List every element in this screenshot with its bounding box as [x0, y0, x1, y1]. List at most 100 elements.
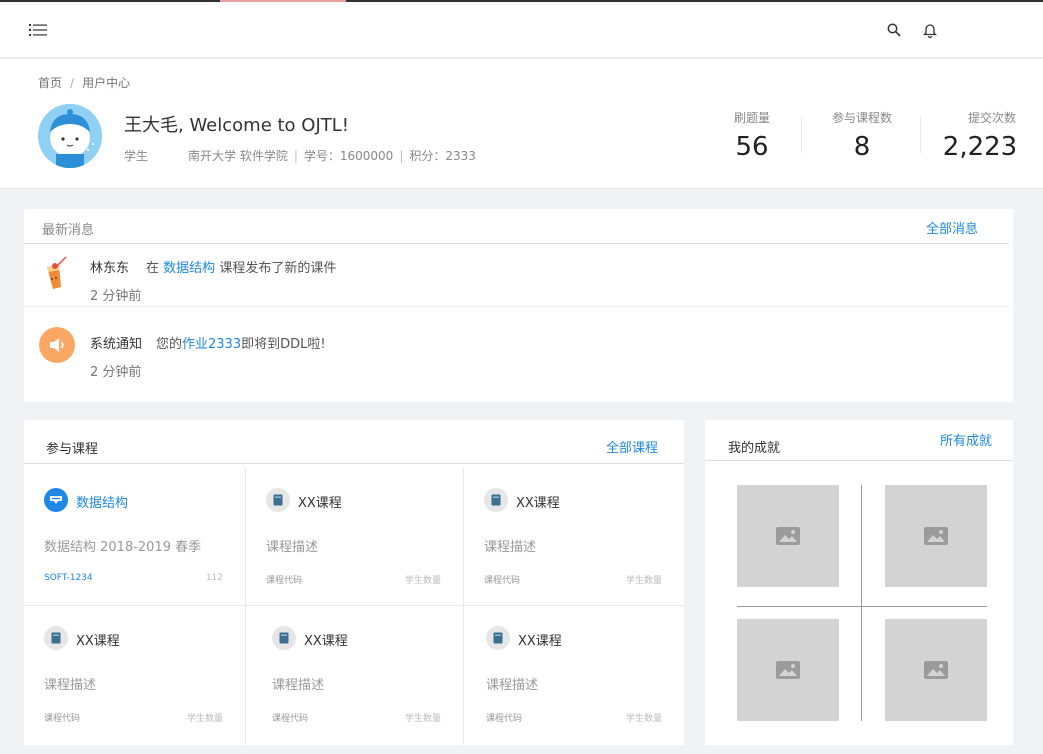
welcome-text: 王大毛, Welcome to OJTL! — [124, 115, 350, 136]
course-name: XX课程 — [298, 496, 342, 511]
course-card[interactable]: XX课程 课程描述 课程代码 学生数量 — [24, 606, 246, 745]
achievement-badge[interactable] — [885, 619, 987, 721]
stat-value: 2,223 — [942, 132, 1018, 162]
courses-header: 参与课程 全部课程 — [24, 420, 684, 464]
course-card[interactable]: 数据结构 数据结构 2018-2019 春季 SOFT-1234 112 — [24, 468, 246, 606]
course-card[interactable]: XX课程 课程描述 课程代码 学生数量 — [246, 468, 464, 606]
stat-courses: 参与课程数 8 — [822, 109, 902, 162]
stat-label: 刷题量 — [733, 111, 770, 125]
image-placeholder-icon — [924, 527, 948, 545]
course-card[interactable]: XX课程 课程描述 课程代码 学生数量 — [464, 606, 684, 745]
book-icon — [486, 626, 510, 650]
course-name: 数据结构 — [76, 496, 129, 511]
drink-avatar-icon — [39, 255, 75, 291]
news-message: 在 数据结构 课程发布了新的课件 — [146, 257, 336, 276]
stat-divider — [801, 117, 802, 153]
news-time: 2 分钟前 — [90, 289, 142, 304]
book-icon — [44, 626, 68, 650]
course-code: 课程代码 — [486, 714, 523, 724]
course-desc: 课程描述 — [272, 678, 325, 693]
top-header — [0, 2, 1043, 58]
stat-solved: 刷题量 56 — [721, 109, 783, 162]
all-achievements-link[interactable]: 所有成就 — [940, 430, 992, 449]
course-student-count: 112 — [205, 573, 223, 583]
grid-divider-horizontal — [737, 606, 987, 607]
course-desc: 数据结构 2018-2019 春季 — [44, 540, 202, 555]
course-name: XX课程 — [304, 634, 348, 649]
achievements-title: 我的成就 — [728, 441, 781, 456]
stat-divider — [920, 117, 921, 153]
news-message: 您的作业2333即将到DDL啦! — [156, 333, 326, 352]
course-desc: 课程描述 — [486, 678, 539, 693]
search-icon[interactable] — [884, 20, 904, 40]
all-news-link[interactable]: 全部消息 — [926, 218, 978, 237]
image-placeholder-icon — [924, 661, 948, 679]
course-desc: 课程描述 — [266, 540, 319, 555]
course-code: 课程代码 — [266, 576, 303, 586]
achievement-badge[interactable] — [885, 485, 987, 587]
course-code: SOFT-1234 — [44, 573, 93, 583]
bell-icon[interactable] — [920, 20, 940, 40]
stat-label: 参与课程数 — [831, 111, 892, 125]
user-role: 学生 — [124, 149, 149, 163]
achievements-header: 我的成就 所有成就 — [705, 420, 1013, 461]
user-points: 积分：2333 — [409, 149, 476, 163]
course-name: XX课程 — [518, 634, 562, 649]
news-sender: 林东东 — [90, 261, 130, 276]
achievement-badge[interactable] — [737, 619, 839, 721]
news-item[interactable]: 系统通知 您的作业2333即将到DDL啦! 2 分钟前 — [24, 321, 1009, 391]
breadcrumb-separator: / — [70, 76, 75, 90]
menu-list-icon[interactable] — [28, 20, 48, 40]
stat-submissions: 提交次数 2,223 — [940, 109, 1020, 162]
speaker-icon — [39, 327, 75, 363]
course-student-count: 学生数量 — [625, 714, 662, 724]
course-link[interactable]: 数据结构 — [163, 261, 215, 276]
course-card[interactable]: XX课程 课程描述 课程代码 学生数量 — [246, 606, 464, 745]
course-student-count: 学生数量 — [404, 576, 441, 586]
news-title: 最新消息 — [42, 223, 95, 238]
news-item[interactable]: 林东东 在 数据结构 课程发布了新的课件 2 分钟前 — [24, 245, 1009, 315]
student-id: 学号：1600000 — [303, 149, 394, 163]
breadcrumb-home[interactable]: 首页 — [38, 76, 62, 90]
profile-meta: 学生 南开大学 软件学院 | 学号：1600000 | 积分：2333 — [124, 147, 476, 164]
course-student-count: 学生数量 — [404, 714, 441, 724]
news-sender: 系统通知 — [90, 337, 143, 352]
achievement-badge[interactable] — [737, 485, 839, 587]
book-icon — [266, 488, 290, 512]
news-header: 最新消息 全部消息 — [24, 209, 1009, 244]
course-code: 课程代码 — [272, 714, 309, 724]
image-placeholder-icon — [776, 527, 800, 545]
profile-section: 首页 / 用户中心 王大毛, Welcome to OJTL! 学生 南开大学 软件学… — [0, 59, 1043, 189]
book-icon — [272, 626, 296, 650]
stat-value: 56 — [735, 132, 769, 162]
news-message-suffix: 即将到DDL啦! — [241, 337, 326, 352]
news-message-prefix: 在 — [146, 261, 160, 276]
stat-label: 提交次数 — [967, 111, 1016, 125]
course-code: 课程代码 — [44, 714, 81, 724]
meta-separator: | — [399, 149, 404, 163]
book-icon — [484, 488, 508, 512]
course-card[interactable]: XX课程 课程描述 课程代码 学生数量 — [464, 468, 684, 606]
image-placeholder-icon — [776, 661, 800, 679]
news-message-prefix: 您的 — [156, 337, 183, 352]
stat-value: 8 — [853, 132, 871, 162]
course-desc: 课程描述 — [484, 540, 537, 555]
news-time: 2 分钟前 — [90, 365, 142, 380]
homework-link[interactable]: 作业2333 — [182, 337, 241, 352]
avatar[interactable] — [38, 104, 102, 168]
meta-separator: | — [293, 149, 298, 163]
news-message-suffix: 课程发布了新的课件 — [219, 261, 337, 276]
course-active-icon — [44, 488, 68, 512]
course-student-count: 学生数量 — [625, 576, 662, 586]
grid-divider-vertical — [861, 485, 862, 721]
course-name: XX课程 — [76, 634, 120, 649]
achievements-card: 我的成就 所有成就 — [705, 420, 1013, 745]
course-name: XX课程 — [516, 496, 560, 511]
divider — [24, 306, 1009, 307]
course-desc: 课程描述 — [44, 678, 97, 693]
course-code: 课程代码 — [484, 576, 521, 586]
news-card: 最新消息 全部消息 林东东 在 数据结构 课程发布了新的课件 2 分钟前 系统通… — [24, 209, 1013, 402]
courses-title: 参与课程 — [46, 442, 99, 457]
breadcrumb: 首页 / 用户中心 — [38, 74, 130, 91]
all-courses-link[interactable]: 全部课程 — [606, 437, 658, 456]
